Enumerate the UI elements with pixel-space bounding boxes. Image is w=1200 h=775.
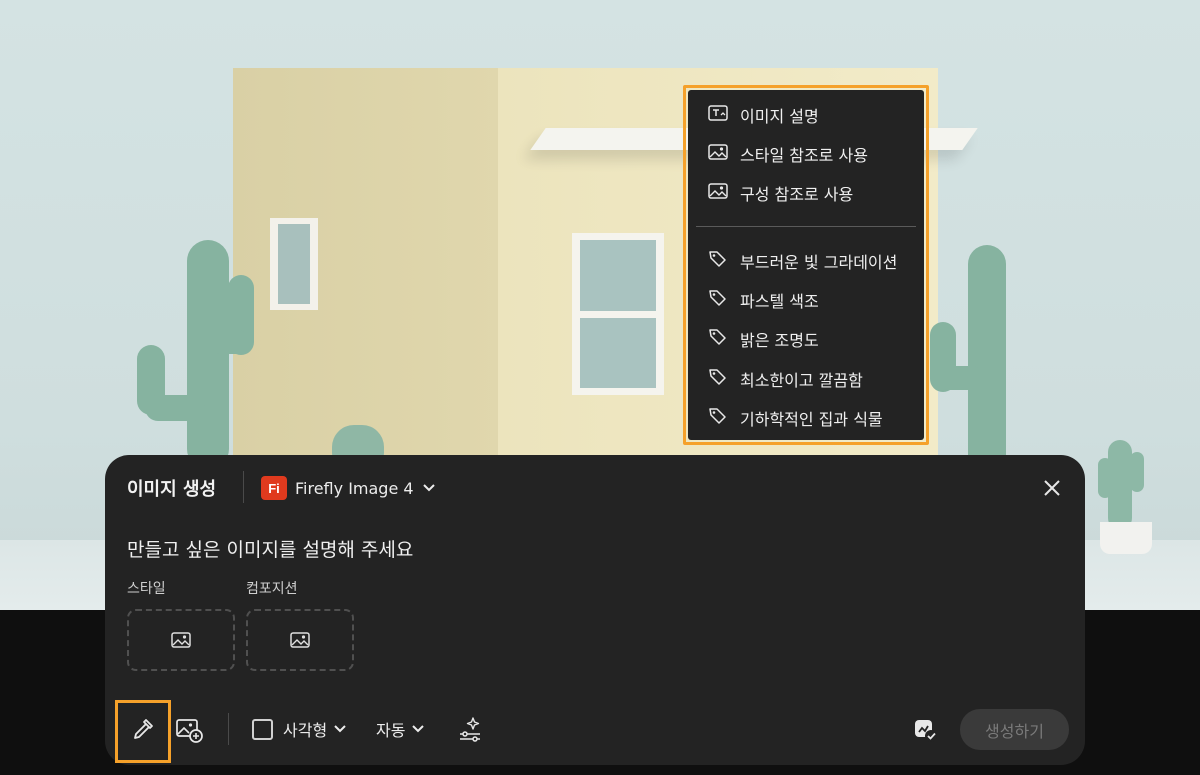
model-name: Firefly Image 4 bbox=[295, 478, 414, 498]
style-reference-slot[interactable] bbox=[127, 609, 235, 671]
cactus-left-arm-base bbox=[145, 395, 205, 421]
effects-button[interactable] bbox=[454, 713, 486, 745]
image-check-icon bbox=[915, 720, 937, 742]
cactus-left-arm-right-base bbox=[210, 330, 250, 354]
chevron-down-icon bbox=[422, 484, 435, 492]
eyedropper-highlight-frame bbox=[115, 700, 171, 763]
model-selector[interactable]: Fi Firefly Image 4 bbox=[261, 474, 436, 502]
image-add-icon bbox=[176, 719, 203, 743]
chevron-down-icon bbox=[334, 725, 346, 733]
content-type-dropdown[interactable]: 자동 bbox=[376, 717, 425, 741]
image-icon bbox=[171, 632, 191, 648]
menu-highlight-frame bbox=[683, 85, 929, 445]
cactus-right-arm-base bbox=[938, 366, 984, 390]
close-icon bbox=[1044, 480, 1060, 496]
style-label: 스타일 bbox=[127, 581, 166, 597]
prompt-input[interactable]: 만들고 싶은 이미지를 설명해 주세요 bbox=[127, 535, 413, 562]
generate-image-panel: 이미지 생성 Fi Firefly Image 4 만들고 싶은 이미지를 설명… bbox=[105, 455, 1085, 765]
title-divider bbox=[243, 471, 244, 503]
add-image-button[interactable] bbox=[173, 713, 207, 747]
sparkle-sliders-icon bbox=[460, 717, 480, 742]
aspect-ratio-label: 사각형 bbox=[283, 721, 328, 740]
cactus-far-right-arm bbox=[1098, 458, 1112, 498]
aspect-ratio-checkbox[interactable] bbox=[252, 719, 273, 740]
content-type-label: 자동 bbox=[376, 721, 406, 740]
cactus-left-trunk bbox=[187, 240, 229, 470]
plant-pot bbox=[1100, 522, 1152, 554]
cactus-far-right-arm-2 bbox=[1130, 452, 1144, 492]
close-button[interactable] bbox=[1041, 477, 1063, 499]
image-icon bbox=[290, 632, 310, 648]
aspect-ratio-dropdown[interactable]: 사각형 bbox=[283, 717, 347, 741]
chevron-down-icon bbox=[412, 725, 425, 733]
composition-reference-slot[interactable] bbox=[246, 609, 354, 671]
content-credentials-button[interactable] bbox=[910, 715, 940, 745]
composition-label: 컴포지션 bbox=[246, 581, 298, 597]
generate-button[interactable]: 생성하기 bbox=[960, 709, 1069, 750]
firefly-logo-icon: Fi bbox=[261, 476, 287, 500]
house-window-large bbox=[572, 233, 664, 395]
house-window-small bbox=[270, 218, 318, 310]
cactus-right-trunk bbox=[968, 245, 1006, 485]
toolbar-divider bbox=[228, 713, 229, 745]
panel-title: 이미지 생성 bbox=[127, 479, 217, 500]
